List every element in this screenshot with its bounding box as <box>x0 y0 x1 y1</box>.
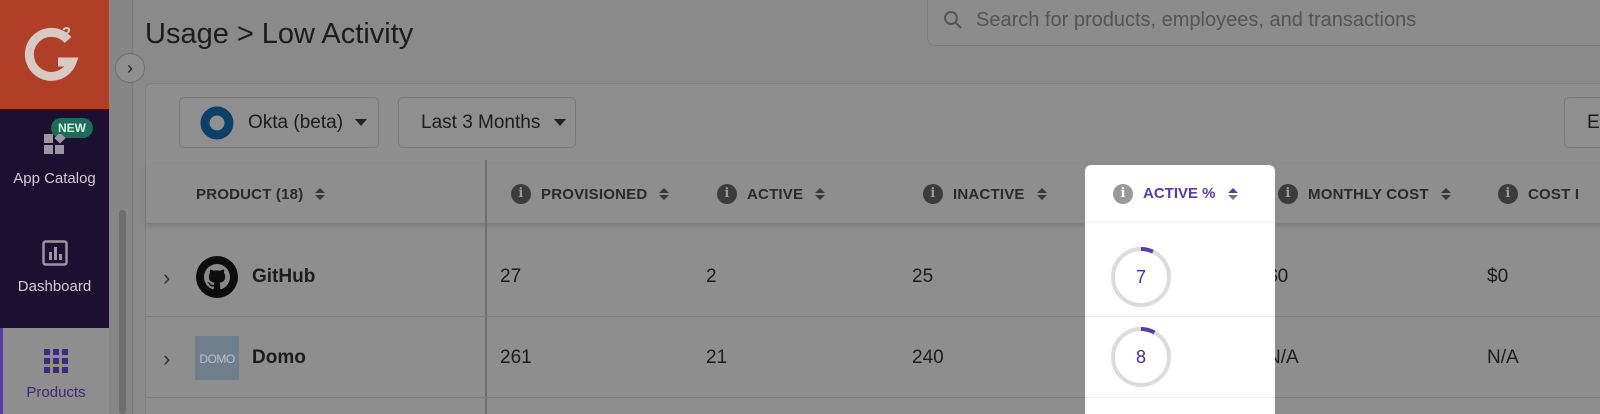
search-placeholder: Search for products, employees, and tran… <box>976 9 1417 31</box>
column-header-product[interactable]: PRODUCT (18) <box>196 164 326 224</box>
source-label: Okta (beta) <box>248 111 344 133</box>
info-icon[interactable]: i <box>1498 184 1518 204</box>
active-pct-ring: 8 <box>1110 326 1172 388</box>
domo-logo-icon: DOMO <box>195 336 239 380</box>
app-catalog-icon <box>43 132 66 154</box>
table-row[interactable]: › DOMO Domo 261 21 240 N/A N/A <box>146 318 1600 398</box>
breadcrumb-separator: > <box>236 18 254 50</box>
column-header-inactive[interactable]: i INACTIVE <box>923 164 1047 224</box>
svg-text:DOMO: DOMO <box>199 352 234 366</box>
column-header-cost[interactable]: i COST I <box>1498 164 1579 224</box>
active-pct-value: 8 <box>1135 346 1146 367</box>
caret-down-icon <box>355 119 368 126</box>
table-header: PRODUCT (18) i PROVISIONED i ACTIVE i IN… <box>146 164 1600 224</box>
source-dropdown[interactable]: Okta (beta) <box>179 97 379 148</box>
breadcrumb-usage[interactable]: Usage <box>145 18 229 50</box>
sort-icon <box>1440 188 1451 200</box>
column-label: ACTIVE % <box>1143 185 1216 202</box>
sort-icon <box>1036 188 1047 200</box>
inactive-value: 240 <box>912 347 944 368</box>
breadcrumb-current: Low Activity <box>261 18 414 50</box>
okta-icon <box>200 106 234 139</box>
column-label: PRODUCT (18) <box>196 185 304 203</box>
g2-logo-icon: 2 <box>24 25 79 81</box>
grid-icon <box>44 349 68 373</box>
sort-icon <box>315 188 326 200</box>
sidebar-item-products[interactable]: Products <box>0 328 109 414</box>
active-pct-ring: 7 <box>1110 246 1172 308</box>
active-pct-value: 7 <box>1135 266 1146 287</box>
period-label: Last 3 Months <box>421 111 541 133</box>
expand-sidebar-button[interactable]: › <box>115 53 145 83</box>
info-icon[interactable]: i <box>923 184 943 204</box>
table-row[interactable]: › GitHub 27 2 25 $0 $0 <box>146 237 1600 317</box>
usage-panel: Okta (beta) Last 3 Months Ex PRODUCT (18… <box>145 83 1600 414</box>
highlighted-column-active-pct: i ACTIVE % 7 8 <box>1085 165 1275 414</box>
sidebar: 2 NEW App Catalog Dashboard Products <box>0 0 109 414</box>
breadcrumb: Usage > Low Activity <box>145 18 413 51</box>
scrollbar-thumb[interactable] <box>119 210 126 414</box>
search-icon <box>944 11 962 29</box>
cost-value: $0 <box>1487 266 1509 287</box>
info-icon[interactable]: i <box>511 184 531 204</box>
sidebar-item-label: Products <box>26 384 86 401</box>
dashboard-icon <box>41 240 68 266</box>
column-label: PROVISIONED <box>541 185 648 203</box>
expand-row-icon[interactable]: › <box>163 346 170 372</box>
inactive-value: 25 <box>912 266 934 287</box>
active-value: 21 <box>706 347 728 368</box>
active-value: 2 <box>706 266 717 287</box>
row-divider <box>1085 397 1275 398</box>
export-button[interactable]: Ex <box>1564 97 1600 148</box>
column-header-monthly-cost[interactable]: i MONTHLY COST <box>1278 164 1451 224</box>
period-dropdown[interactable]: Last 3 Months <box>398 97 576 148</box>
chevron-right-icon: › <box>127 57 133 78</box>
provisioned-value: 27 <box>500 266 522 287</box>
g2-logo[interactable]: 2 <box>0 0 109 109</box>
column-header-active[interactable]: i ACTIVE <box>717 164 826 224</box>
sidebar-item-dashboard[interactable]: Dashboard <box>0 240 109 295</box>
sidebar-item-label: Dashboard <box>17 278 92 295</box>
svg-text:2: 2 <box>62 25 71 42</box>
row-divider <box>1085 316 1275 317</box>
column-header-provisioned[interactable]: i PROVISIONED <box>511 164 670 224</box>
product-name[interactable]: Domo <box>252 318 306 398</box>
column-label: ACTIVE <box>747 185 804 203</box>
caret-down-icon <box>554 119 567 126</box>
sort-icon <box>1227 187 1238 200</box>
info-icon[interactable]: i <box>1278 184 1298 204</box>
column-label: COST I <box>1528 185 1580 203</box>
sort-icon <box>659 188 670 200</box>
product-name[interactable]: GitHub <box>252 237 315 317</box>
info-icon[interactable]: i <box>1113 183 1133 204</box>
info-icon[interactable]: i <box>717 184 737 204</box>
sort-icon <box>815 188 826 200</box>
column-label: MONTHLY COST <box>1308 185 1429 203</box>
provisioned-value: 261 <box>500 347 532 368</box>
sidebar-item-label: App Catalog <box>13 170 96 187</box>
column-header-active-pct[interactable]: i ACTIVE % <box>1085 165 1275 223</box>
expand-row-icon[interactable]: › <box>163 265 170 291</box>
github-logo-icon <box>196 256 238 298</box>
search-input[interactable]: Search for products, employees, and tran… <box>927 0 1600 46</box>
cost-value: N/A <box>1487 347 1519 368</box>
column-label: INACTIVE <box>953 185 1025 203</box>
sidebar-item-app-catalog[interactable]: App Catalog <box>0 132 109 187</box>
